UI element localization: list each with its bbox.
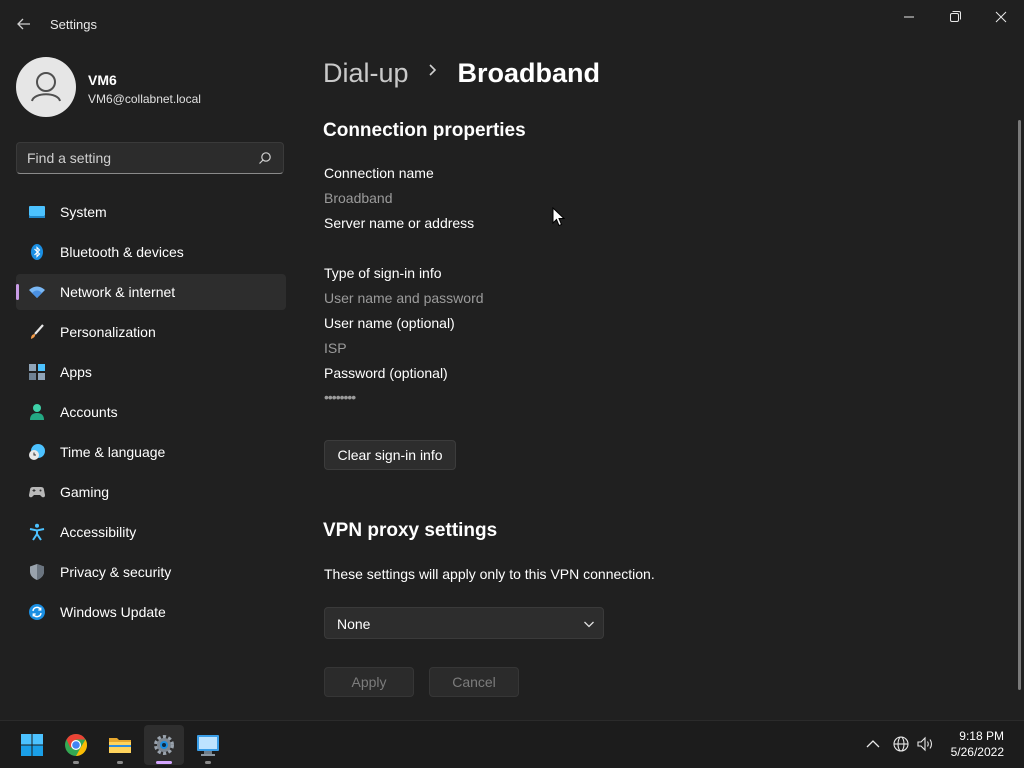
sidebar-item-label: Network & internet: [60, 284, 176, 300]
profile-name: VM6: [88, 72, 117, 88]
sidebar-item-label: Privacy & security: [60, 564, 172, 580]
restore-button[interactable]: [943, 8, 967, 26]
sidebar-item-label: Apps: [60, 364, 92, 380]
user-icon: [31, 72, 61, 102]
sidebar-item-label: Personalization: [60, 324, 156, 340]
profile-email: VM6@collabnet.local: [88, 92, 201, 106]
selection-indicator: [16, 284, 19, 300]
sidebar-item-label: Bluetooth & devices: [60, 244, 184, 260]
restore-icon: [950, 11, 961, 22]
sidebar-item-gaming[interactable]: Gaming: [16, 474, 286, 510]
chevron-down-icon: [584, 621, 594, 628]
back-arrow-icon: [17, 18, 30, 30]
running-indicator: [73, 761, 79, 764]
sidebar-item-privacy-security[interactable]: Privacy & security: [16, 554, 286, 590]
time-language-icon: [29, 444, 45, 460]
remote-desktop-icon: [197, 735, 219, 756]
accessibility-icon: [29, 523, 45, 541]
sidebar-nav: System Bluetooth & devices Network & int…: [16, 194, 286, 634]
sidebar-item-accessibility[interactable]: Accessibility: [16, 514, 286, 550]
sidebar-item-label: Accounts: [60, 404, 118, 420]
vpn-proxy-description: These settings will apply only to this V…: [324, 566, 655, 582]
shield-icon: [30, 564, 44, 580]
signin-type-value: User name and password: [324, 290, 484, 306]
page-title: Broadband: [457, 58, 600, 88]
sidebar-item-windows-update[interactable]: Windows Update: [16, 594, 286, 630]
sidebar-item-accounts[interactable]: Accounts: [16, 394, 286, 430]
sidebar-item-network[interactable]: Network & internet: [16, 274, 286, 310]
scrollbar[interactable]: [1018, 120, 1021, 690]
start-icon: [21, 734, 43, 756]
minimize-button[interactable]: [897, 8, 921, 26]
settings-icon: [154, 735, 174, 755]
cancel-button[interactable]: Cancel: [429, 667, 519, 697]
sidebar-item-bluetooth[interactable]: Bluetooth & devices: [16, 234, 286, 270]
sidebar-item-label: Accessibility: [60, 524, 137, 540]
file-explorer-icon: [109, 738, 131, 753]
globe-icon[interactable]: [893, 736, 911, 752]
sidebar-item-label: Windows Update: [60, 604, 166, 620]
wifi-icon: [29, 286, 45, 298]
sidebar-item-label: Time & language: [60, 444, 166, 460]
sidebar-item-personalization[interactable]: Personalization: [16, 314, 286, 350]
taskbar-chrome[interactable]: [56, 725, 96, 765]
clock-date[interactable]: 5/26/2022: [940, 745, 1004, 759]
accounts-icon: [30, 404, 44, 420]
apps-icon: [29, 364, 45, 380]
clear-signin-button[interactable]: Clear sign-in info: [324, 440, 456, 470]
password-label: Password (optional): [324, 365, 448, 381]
proxy-select[interactable]: None: [324, 607, 604, 639]
title-bar: Settings: [0, 0, 1024, 48]
connection-name-value: Broadband: [324, 190, 393, 206]
minimize-icon: [904, 16, 914, 18]
chevron-right-icon: [413, 63, 453, 82]
connection-properties-heading: Connection properties: [323, 120, 526, 141]
system-icon: [29, 206, 45, 218]
active-indicator: [156, 761, 172, 764]
password-value: ••••••••: [324, 389, 356, 405]
bluetooth-icon: [31, 244, 43, 260]
signin-type-label: Type of sign-in info: [324, 265, 442, 281]
taskbar-settings[interactable]: [144, 725, 184, 765]
running-indicator: [205, 761, 211, 764]
sidebar-item-time-language[interactable]: Time & language: [16, 434, 286, 470]
connection-name-label: Connection name: [324, 165, 434, 181]
server-address-label: Server name or address: [324, 215, 475, 231]
username-value: ISP: [324, 340, 347, 356]
search-box[interactable]: [16, 142, 284, 174]
avatar[interactable]: [16, 57, 76, 117]
chrome-icon: [65, 734, 87, 756]
sidebar-item-system[interactable]: System: [16, 194, 286, 230]
app-title: Settings: [50, 17, 97, 32]
chevron-up-icon[interactable]: [864, 736, 882, 752]
sidebar-item-label: Gaming: [60, 484, 110, 500]
close-button[interactable]: [989, 8, 1013, 26]
running-indicator: [117, 761, 123, 764]
sidebar-item-label: System: [60, 204, 107, 220]
username-label: User name (optional): [324, 315, 455, 331]
apply-button[interactable]: Apply: [324, 667, 414, 697]
back-button[interactable]: [12, 12, 36, 36]
close-icon: [995, 11, 1007, 23]
breadcrumb-parent-link[interactable]: Dial-up: [323, 58, 409, 88]
taskbar-file-explorer[interactable]: [100, 725, 140, 765]
start-button[interactable]: [12, 725, 52, 765]
search-input[interactable]: [27, 143, 247, 173]
volume-icon[interactable]: [917, 736, 935, 752]
mouse-cursor-icon: [552, 207, 565, 227]
update-icon: [29, 604, 45, 620]
taskbar-remote-desktop[interactable]: [188, 725, 228, 765]
breadcrumb: Dial-up Broadband: [323, 58, 600, 98]
vpn-proxy-heading: VPN proxy settings: [323, 520, 498, 541]
brush-icon: [31, 324, 44, 339]
gamepad-icon: [29, 487, 45, 498]
sidebar-item-apps[interactable]: Apps: [16, 354, 286, 390]
proxy-select-value: None: [337, 616, 371, 632]
clock-time[interactable]: 9:18 PM: [940, 729, 1004, 743]
search-icon[interactable]: [258, 151, 272, 165]
